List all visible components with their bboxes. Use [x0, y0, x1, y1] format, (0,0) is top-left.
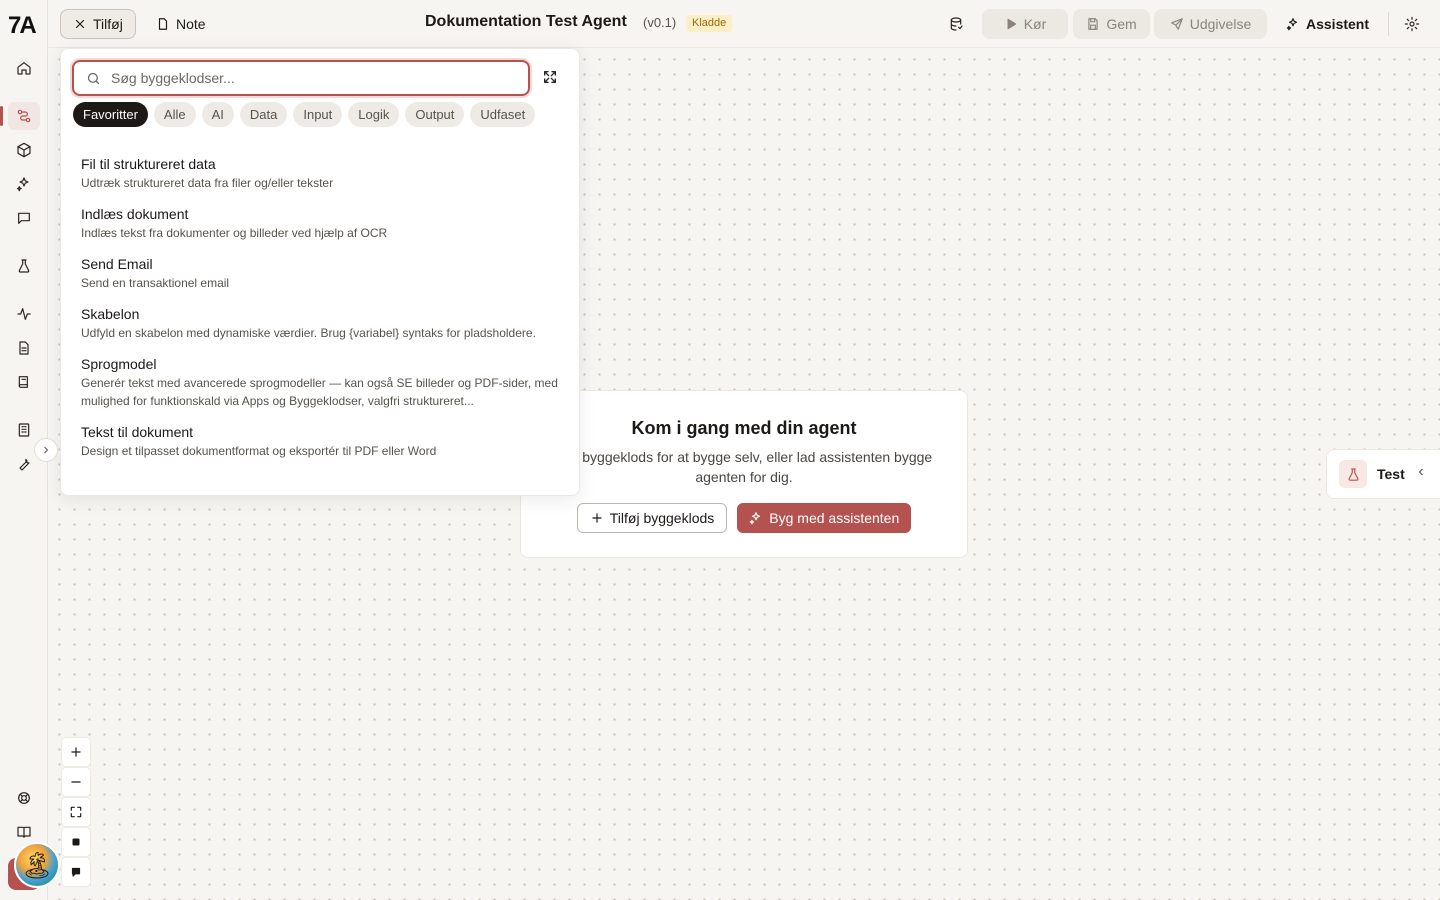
- workflow-icon[interactable]: [0, 102, 40, 130]
- flask-icon[interactable]: [8, 252, 40, 280]
- get-started-title: Kom i gang med din agent: [631, 418, 857, 438]
- filter-chips: Favoritter Alle AI Data Input Logik Output Udfa…: [73, 102, 536, 127]
- block-list-item[interactable]: Skabelon Udfyld en skabelon med dynamiske…: [81, 305, 561, 342]
- publish-button[interactable]: Udgivelse: [1154, 9, 1267, 39]
- note-button[interactable]: Note: [144, 9, 218, 39]
- add-block-label: Tilføj byggeklods: [609, 510, 715, 526]
- note-icon: [158, 18, 168, 30]
- block-search-field[interactable]: [72, 60, 530, 96]
- building-icon[interactable]: [8, 416, 40, 444]
- assistant-label: Assistent: [1306, 16, 1370, 32]
- filter-chip-alle[interactable]: Alle: [153, 102, 196, 127]
- user-avatar-emoji[interactable]: 🏝: [14, 842, 60, 888]
- block-description: Udtræk struktureret data fra filer og/el…: [81, 176, 334, 190]
- status-badge: Kladde: [686, 15, 733, 32]
- run-button[interactable]: Kør: [982, 9, 1068, 39]
- play-icon: [1007, 18, 1016, 30]
- fit-view-button[interactable]: [62, 798, 90, 826]
- block-list-item[interactable]: Send Email Send en transaktionel email: [81, 255, 561, 292]
- block-description: Design et tilpasset dokumentformat og ek…: [81, 444, 437, 458]
- assistant-button[interactable]: Assistent: [1274, 9, 1381, 39]
- save-label: Gem: [1106, 16, 1137, 32]
- run-label: Kør: [1023, 16, 1047, 32]
- filter-chip-logik[interactable]: Logik: [348, 102, 400, 127]
- filter-chip-data[interactable]: Data: [239, 102, 288, 127]
- expand-icon[interactable]: [542, 69, 560, 87]
- sparkles-icon: [1286, 18, 1298, 31]
- search-icon: [87, 72, 100, 84]
- database-icon[interactable]: [941, 9, 971, 39]
- block-title: Tekst til dokument: [81, 424, 194, 440]
- settings-gear-icon[interactable]: [1397, 9, 1427, 39]
- plus-icon: [592, 513, 602, 523]
- close-icon: [75, 19, 85, 29]
- block-search-input[interactable]: [111, 70, 491, 86]
- block-description: Udfyld en skabelon med dynamiske værdier…: [81, 326, 536, 340]
- flask-icon: [1339, 460, 1367, 488]
- minimap-toggle-button[interactable]: [62, 858, 90, 886]
- top-toolbar: Tilføj Note Dokumentation Test Agent (v0…: [48, 0, 1440, 48]
- send-icon: [1170, 18, 1183, 30]
- zoom-in-button[interactable]: [62, 738, 90, 766]
- zoom-out-button[interactable]: [62, 768, 90, 796]
- test-panel-toggle[interactable]: Test: [1326, 449, 1440, 499]
- home-icon[interactable]: [8, 54, 40, 82]
- block-title: Sprogmodel: [81, 356, 157, 372]
- support-icon[interactable]: [8, 784, 40, 812]
- page-title: Dokumentation Test Agent: [425, 13, 627, 30]
- app-logo[interactable]: 7A: [8, 12, 40, 40]
- chat-icon[interactable]: [8, 204, 40, 232]
- block-list: Fil til struktureret data Udtræk struktur…: [81, 155, 561, 473]
- save-icon: [1088, 18, 1098, 30]
- note-label: Note: [176, 16, 206, 32]
- add-block-button[interactable]: Tilføj byggeklods: [576, 503, 728, 533]
- activity-icon[interactable]: [8, 300, 40, 328]
- plus-icon: [71, 747, 81, 757]
- book-icon[interactable]: [8, 368, 40, 396]
- version-label: (v0.1): [643, 15, 677, 30]
- block-title: Skabelon: [81, 306, 140, 322]
- filter-chip-output[interactable]: Output: [405, 102, 465, 127]
- block-description: Send en transaktionel email: [81, 276, 230, 290]
- block-title: Indlæs dokument: [81, 206, 189, 222]
- chevron-right-icon[interactable]: [34, 438, 58, 462]
- sparkles-icon: [749, 512, 761, 525]
- block-list-item[interactable]: Fil til struktureret data Udtræk struktur…: [81, 155, 561, 192]
- save-button[interactable]: Gem: [1073, 9, 1150, 39]
- block-title: Fil til struktureret data: [81, 156, 216, 172]
- square-icon: [72, 838, 80, 846]
- filter-chip-ai[interactable]: AI: [201, 102, 234, 127]
- filter-chip-favoritter[interactable]: Favoritter: [73, 102, 148, 127]
- chat-bubble-icon: [71, 867, 81, 877]
- add-block-toggle-button[interactable]: Tilføj: [60, 9, 136, 39]
- publish-label: Udgivelse: [1189, 16, 1252, 32]
- block-list-item[interactable]: Tekst til dokument Design et tilpasset do…: [81, 423, 561, 460]
- filter-chip-input[interactable]: Input: [293, 102, 343, 127]
- block-description: Generér tekst med avancerede sprogmodell…: [81, 376, 558, 408]
- minus-icon: [71, 781, 81, 783]
- sparkles-icon[interactable]: [8, 170, 40, 198]
- block-title: Send Email: [81, 256, 153, 272]
- block-list-item[interactable]: Indlæs dokument Indlæs tekst fra dokument…: [81, 205, 561, 242]
- test-panel-label: Test: [1377, 466, 1405, 482]
- lock-toggle-button[interactable]: [62, 828, 90, 856]
- filter-chip-udfaset[interactable]: Udfaset: [470, 102, 536, 127]
- build-with-assistant-button[interactable]: Byg med assistenten: [737, 503, 912, 533]
- block-list-item[interactable]: Sprogmodel Generér tekst med avancerede s…: [81, 355, 561, 410]
- get-started-card: Kom i gang med din agent j en byggeklods…: [520, 390, 968, 558]
- block-picker-popover: FavoritterAlleAIDataInputLogikOutputUdfa…: [60, 48, 580, 496]
- build-with-assistant-label: Byg med assistenten: [769, 510, 900, 526]
- document-icon[interactable]: [8, 334, 40, 362]
- get-started-subtitle: j en byggeklods for at bygge selv, eller…: [555, 449, 933, 485]
- divider: [1388, 12, 1389, 36]
- chevron-left-icon: [1415, 465, 1427, 483]
- add-toggle-label: Tilføj: [93, 16, 123, 32]
- block-description: Indlæs tekst fra dokumenter og billeder …: [81, 226, 388, 240]
- cube-icon[interactable]: [8, 136, 40, 164]
- fit-view-icon: [70, 806, 82, 818]
